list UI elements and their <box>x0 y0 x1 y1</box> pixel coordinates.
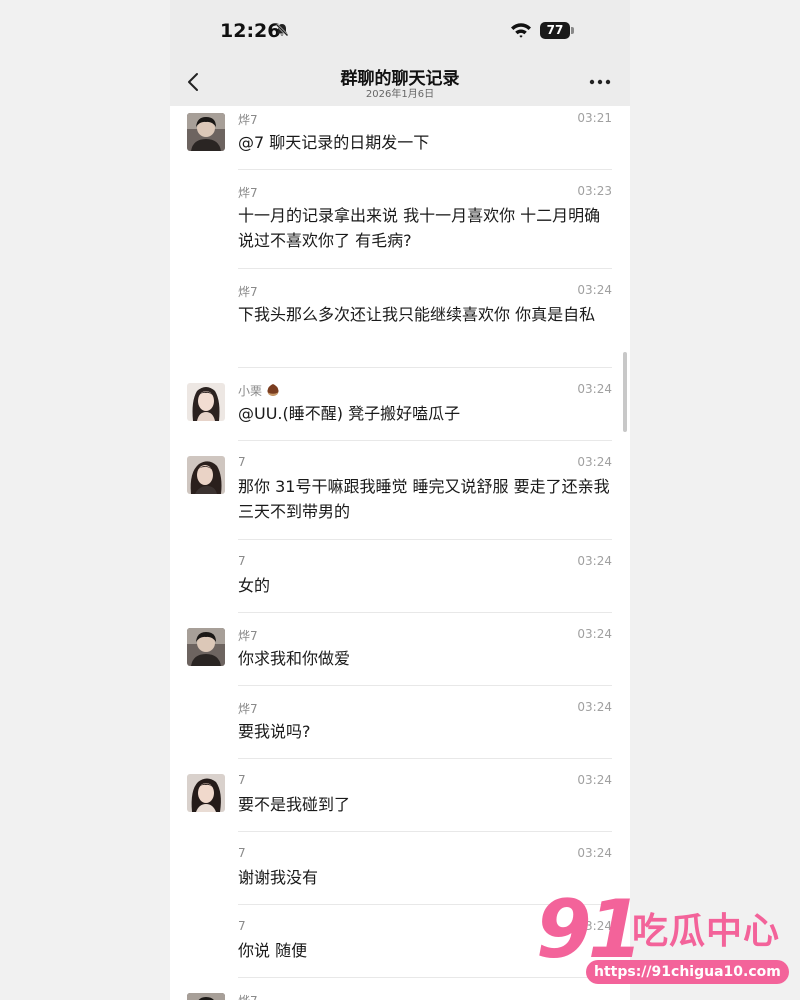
phone-screen: 12:26 77 群聊的聊天记录 2026年1月6日 烨7 03:21 @7 聊… <box>170 0 630 1000</box>
navigation-bar: 群聊的聊天记录 2026年1月6日 <box>170 60 630 106</box>
message-sender: 烨7 <box>238 629 258 643</box>
page-subtitle-date: 2026年1月6日 <box>365 89 435 100</box>
message-sender: 7 <box>238 846 246 860</box>
message-time: 03:24 <box>577 382 612 396</box>
watermark-url: https://91chigua10.com <box>586 960 789 984</box>
message-time: 03:24 <box>577 846 612 860</box>
watermark-text: 吃瓜中心 <box>632 911 781 952</box>
message-divider <box>238 758 612 759</box>
message-divider <box>238 169 612 170</box>
message-sender: 7 <box>238 455 246 469</box>
message-sender: 7 <box>238 773 246 787</box>
avatar-male <box>187 113 225 151</box>
message-divider <box>238 685 612 686</box>
message-sender: 烨7 <box>238 992 258 1000</box>
message-divider <box>238 440 612 441</box>
avatar-female <box>187 383 225 421</box>
message-time: 03:24 <box>577 700 612 714</box>
message-text: @7 聊天记录的日期发一下 <box>238 133 430 152</box>
watermark-logo: 91 吃瓜中心 https://91chigua10.com <box>536 888 796 988</box>
avatar-female <box>187 456 225 494</box>
message-text: 你求我和你做爱 <box>238 649 351 668</box>
status-time: 12:26 <box>220 20 281 42</box>
chat-history[interactable]: 烨7 03:21 @7 聊天记录的日期发一下 烨7 03:23 十一月的记录拿出… <box>170 106 630 1000</box>
message-text: 十一月的记录拿出来说 我十一月喜欢你 十二月明确说过不喜欢你了 有毛病? <box>238 206 601 250</box>
message-time: 03:24 <box>577 627 612 641</box>
message-sender: 小栗 <box>238 382 280 400</box>
battery-level: 77 <box>540 22 570 39</box>
message-text: 下我头那么多次还让我只能继续喜欢你 你真是自私 <box>238 305 596 324</box>
message-time: 03:23 <box>577 184 612 198</box>
message-text: 女的 <box>238 576 271 595</box>
message-text: 那你 31号干嘛跟我睡觉 睡完又说舒服 要走了还亲我 三天不到带男的 <box>238 477 610 521</box>
scrollbar-thumb[interactable] <box>623 352 627 432</box>
chestnut-icon <box>266 383 280 400</box>
message-sender: 7 <box>238 554 246 568</box>
message-sender: 烨7 <box>238 702 258 716</box>
message-time: 03:21 <box>577 111 612 125</box>
message-time: 03:24 <box>577 554 612 568</box>
avatar-female <box>187 774 225 812</box>
message-text: 要不是我碰到了 <box>238 795 351 814</box>
avatar-male <box>187 993 225 1000</box>
message-time: 03:24 <box>577 283 612 297</box>
message-text: @UU.(睡不醒) 凳子搬好嗑瓜子 <box>238 404 461 423</box>
avatar-male <box>187 628 225 666</box>
more-icon[interactable] <box>588 72 612 92</box>
wifi-icon <box>510 21 532 43</box>
battery-icon: 77 <box>540 22 574 39</box>
message-divider <box>238 612 612 613</box>
message-time: 03:24 <box>577 455 612 469</box>
message-divider <box>238 539 612 540</box>
message-sender: 烨7 <box>238 113 258 127</box>
message-sender: 7 <box>238 919 246 933</box>
message-divider <box>238 831 612 832</box>
message-sender: 烨7 <box>238 285 258 299</box>
battery-cap <box>571 27 574 34</box>
header: 12:26 77 群聊的聊天记录 2026年1月6日 <box>170 0 630 106</box>
message-text: 要我说吗? <box>238 722 311 741</box>
message-sender: 烨7 <box>238 186 258 200</box>
bell-muted-icon <box>274 22 290 42</box>
message-divider <box>238 268 612 269</box>
message-time: 03:24 <box>577 773 612 787</box>
message-divider <box>238 367 612 368</box>
status-bar: 12:26 77 <box>170 0 630 60</box>
